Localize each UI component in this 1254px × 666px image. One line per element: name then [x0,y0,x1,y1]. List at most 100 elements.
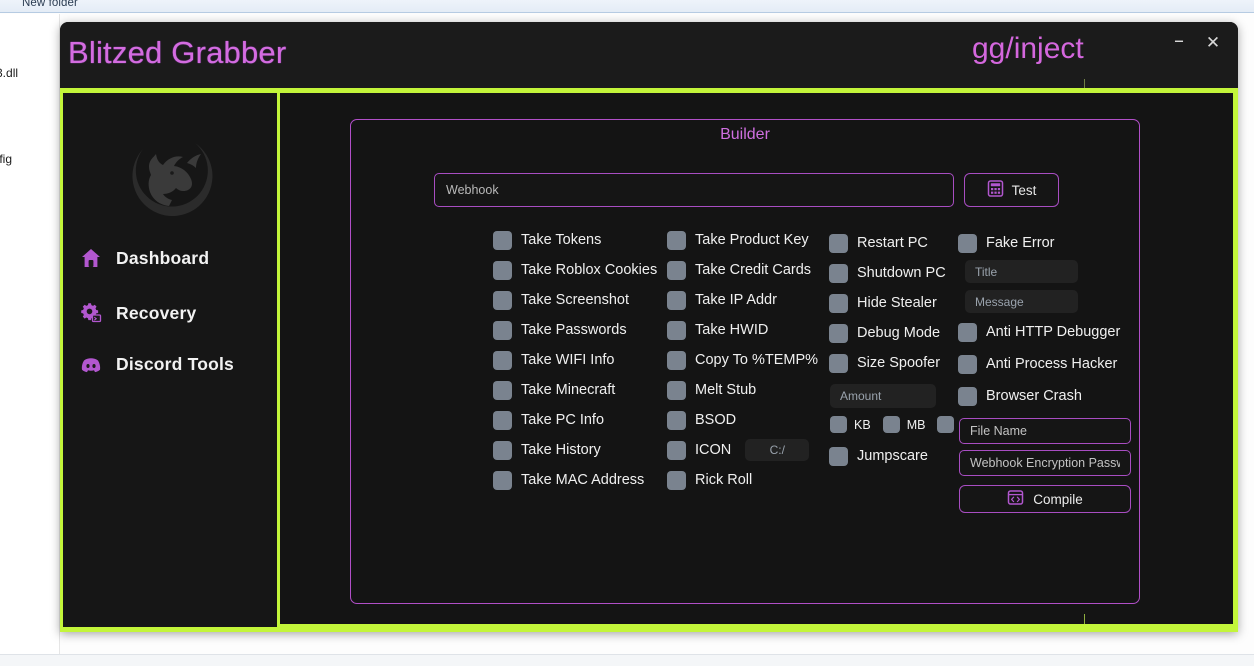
checkbox-fake-error[interactable]: Fake Error [958,228,1139,258]
checkbox-box[interactable] [493,381,512,400]
sidebar-item-dashboard[interactable]: Dashboard [75,241,271,275]
checkbox-label: Fake Error [986,235,1055,251]
checkbox-take-history[interactable]: Take History [493,435,657,465]
checkbox-box[interactable] [829,354,848,373]
checkbox-take-pc-info[interactable]: Take PC Info [493,405,657,435]
test-button[interactable]: Test [964,173,1059,207]
explorer-file-item[interactable]: 6.3.dll [0,66,18,80]
checkbox-label: Hide Stealer [857,295,937,311]
checkbox-box[interactable] [958,387,977,406]
checkbox-debug-mode[interactable]: Debug Mode [829,318,980,348]
checkbox-box[interactable] [493,231,512,250]
checkbox-hide-stealer[interactable]: Hide Stealer [829,288,980,318]
checkbox-box[interactable] [493,441,512,460]
gear-icon [80,302,102,324]
checkbox-take-mac-address[interactable]: Take MAC Address [493,465,657,495]
checkbox-jumpscare[interactable]: Jumpscare [829,441,980,471]
accent-divider-sidebar [277,93,280,627]
options-column-4: Fake Error Anti HTTP Debugger Anti Proce… [958,228,1139,513]
checkbox-label: Copy To %TEMP% [695,352,818,368]
compile-button[interactable]: Compile [959,485,1131,513]
title-tick-mark [1084,79,1085,88]
options-column-3: Restart PC Shutdown PC Hide Stealer Debu… [829,228,980,471]
checkbox-rick-roll[interactable]: Rick Roll [667,465,818,495]
webhook-input[interactable] [434,173,954,207]
minimize-icon[interactable]: – [1168,32,1190,54]
checkbox-take-screenshot[interactable]: Take Screenshot [493,285,657,315]
checkbox-label: Take Credit Cards [695,262,811,278]
checkbox-box[interactable] [667,381,686,400]
radio-mb[interactable] [883,416,900,433]
icon-path-input[interactable] [745,439,809,461]
checkbox-box[interactable] [493,261,512,280]
checkbox-box[interactable] [829,324,848,343]
checkbox-browser-crash[interactable]: Browser Crash [958,381,1139,411]
checkbox-melt-stub[interactable]: Melt Stub [667,375,818,405]
fake-error-message-input[interactable] [965,290,1078,313]
checkbox-take-minecraft[interactable]: Take Minecraft [493,375,657,405]
test-button-label: Test [1012,183,1037,198]
checkbox-shutdown-pc[interactable]: Shutdown PC [829,258,980,288]
new-folder-button[interactable]: New folder [22,0,78,9]
checkbox-box[interactable] [958,355,977,374]
radio-kb-label: KB [854,418,871,432]
checkbox-box[interactable] [667,471,686,490]
checkbox-size-spoofer[interactable]: Size Spoofer [829,348,980,378]
checkbox-label: Melt Stub [695,382,756,398]
checkbox-label: Rick Roll [695,472,752,488]
checkbox-box[interactable] [667,321,686,340]
checkbox-box[interactable] [493,411,512,430]
checkbox-box[interactable] [667,351,686,370]
checkbox-take-hwid[interactable]: Take HWID [667,315,818,345]
checkbox-box[interactable] [958,323,977,342]
checkbox-bsod[interactable]: BSOD [667,405,818,435]
sidebar-item-discord-tools[interactable]: Discord Tools [75,347,271,381]
checkbox-box[interactable] [958,234,977,253]
file-name-input[interactable] [959,418,1131,444]
checkbox-box[interactable] [493,291,512,310]
checkbox-restart-pc[interactable]: Restart PC [829,228,980,258]
checkbox-box[interactable] [493,351,512,370]
checkbox-box[interactable] [667,261,686,280]
checkbox-box[interactable] [829,264,848,283]
explorer-file-item[interactable]: onfig [0,152,12,166]
explorer-status-bar [0,654,1254,666]
sidebar-item-recovery[interactable]: Recovery [75,296,271,330]
checkbox-anti-process-hacker[interactable]: Anti Process Hacker [958,349,1139,379]
radio-gb[interactable] [937,416,954,433]
checkbox-take-passwords[interactable]: Take Passwords [493,315,657,345]
checkbox-box[interactable] [493,471,512,490]
sidebar-item-label: Discord Tools [116,354,234,375]
checkbox-box[interactable] [667,231,686,250]
checkbox-box[interactable] [667,291,686,310]
fake-error-title-input[interactable] [965,260,1078,283]
checkbox-take-wifi-info[interactable]: Take WIFI Info [493,345,657,375]
checkbox-label: Take Minecraft [521,382,615,398]
close-icon[interactable]: ✕ [1202,32,1224,54]
checkbox-box[interactable] [829,447,848,466]
checkbox-box[interactable] [667,441,686,460]
webhook-password-input[interactable] [959,450,1131,476]
checkbox-copy-to-temp[interactable]: Copy To %TEMP% [667,345,818,375]
app-title: Blitzed Grabber [68,35,286,71]
checkbox-take-ip-addr[interactable]: Take IP Addr [667,285,818,315]
checkbox-label: Anti HTTP Debugger [986,324,1120,340]
checkbox-anti-http-debugger[interactable]: Anti HTTP Debugger [958,317,1139,347]
checkbox-take-roblox-cookies[interactable]: Take Roblox Cookies [493,255,657,285]
checkbox-take-tokens[interactable]: Take Tokens [493,225,657,255]
checkbox-label: Shutdown PC [857,265,946,281]
checkbox-box[interactable] [829,234,848,253]
checkbox-box[interactable] [667,411,686,430]
checkbox-take-credit-cards[interactable]: Take Credit Cards [667,255,818,285]
radio-kb[interactable] [830,416,847,433]
size-amount-input[interactable] [830,384,936,408]
checkbox-label: Take WIFI Info [521,352,614,368]
checkbox-take-product-key[interactable]: Take Product Key [667,225,818,255]
checkbox-box[interactable] [829,294,848,313]
options-column-2: Take Product Key Take Credit Cards Take … [667,225,818,495]
checkbox-label: ICON [695,442,731,458]
checkbox-box[interactable] [493,321,512,340]
sidebar-item-label: Recovery [116,303,196,324]
checkbox-icon[interactable]: ICON [667,435,818,465]
radio-mb-label: MB [907,418,926,432]
